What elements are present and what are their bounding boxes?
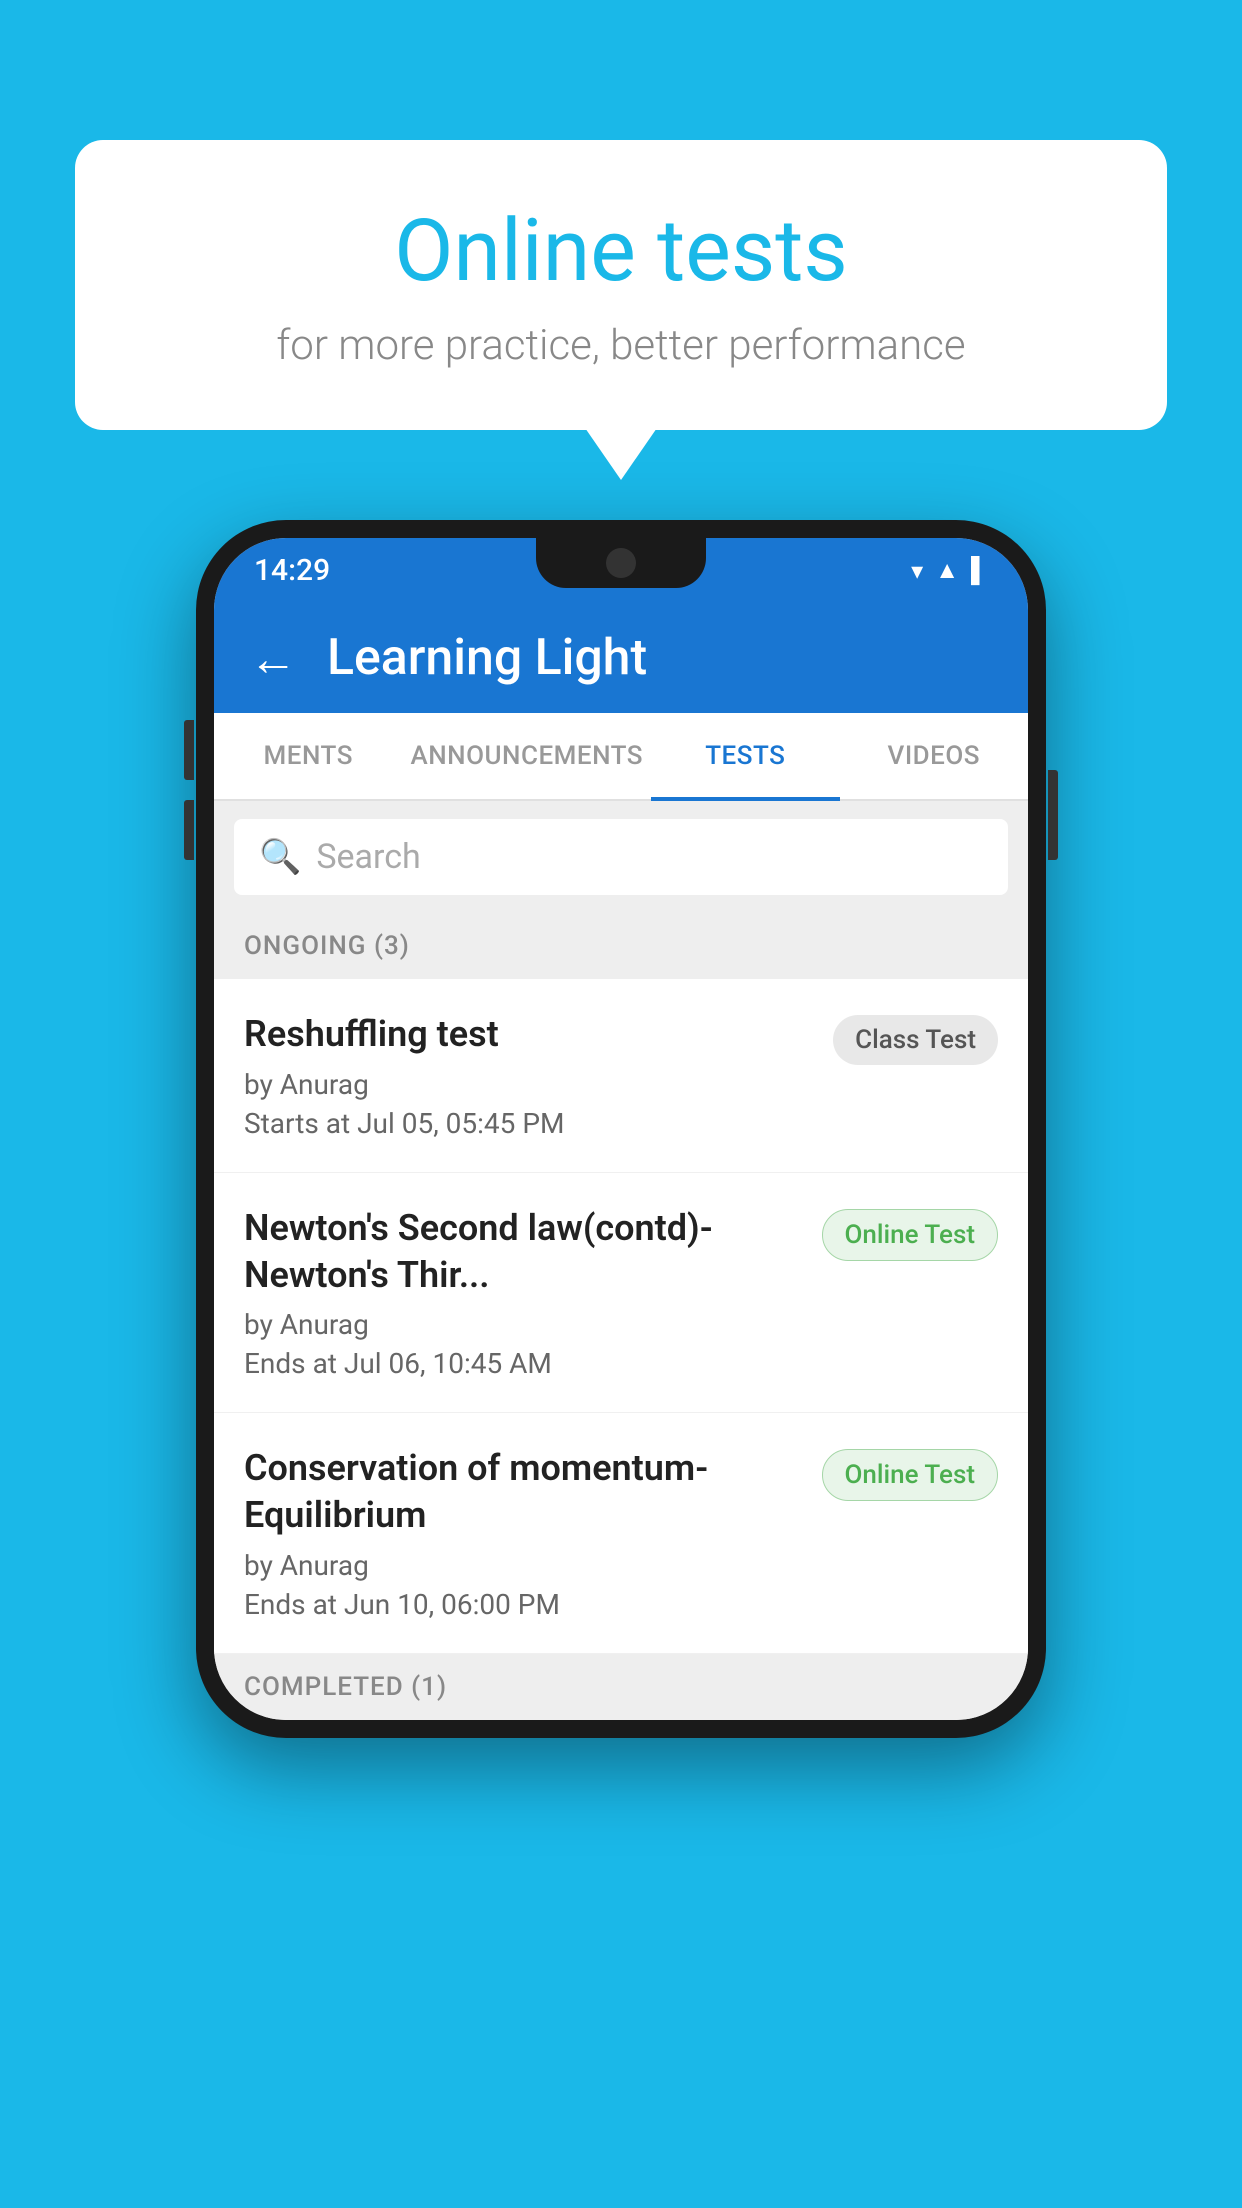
back-button[interactable]: ← [249, 630, 297, 687]
power-button [1048, 770, 1058, 860]
test-item-date: Ends at Jun 10, 06:00 PM [244, 1588, 802, 1621]
test-item-title: Conservation of momentum-Equilibrium [244, 1445, 802, 1539]
signal-icon: ▲ [935, 556, 959, 585]
status-time: 14:29 [254, 553, 330, 588]
test-item-author: by Anurag [244, 1308, 802, 1341]
phone-container: 14:29 ▾ ▲ ▌ ← Learning Light MENTS ANNOU… [196, 520, 1046, 1738]
volume-up-button [184, 720, 194, 780]
phone-screen: 14:29 ▾ ▲ ▌ ← Learning Light MENTS ANNOU… [214, 538, 1028, 1720]
search-icon: 🔍 [259, 837, 301, 877]
speech-bubble-subtitle: for more practice, better performance [135, 321, 1107, 370]
test-item-content: Reshuffling test by Anurag Starts at Jul… [244, 1011, 813, 1140]
speech-bubble: Online tests for more practice, better p… [75, 140, 1167, 430]
battery-icon: ▌ [971, 556, 988, 585]
section-completed-header: COMPLETED (1) [214, 1654, 1028, 1720]
search-input-placeholder[interactable]: Search [316, 837, 420, 877]
volume-down-button [184, 800, 194, 860]
tab-announcements[interactable]: ANNOUNCEMENTS [402, 713, 651, 799]
tab-ments[interactable]: MENTS [214, 713, 402, 799]
test-item[interactable]: Newton's Second law(contd)-Newton's Thir… [214, 1173, 1028, 1414]
tab-tests[interactable]: TESTS [651, 713, 839, 799]
test-item-date: Ends at Jul 06, 10:45 AM [244, 1347, 802, 1380]
test-item-author: by Anurag [244, 1068, 813, 1101]
test-item-content: Newton's Second law(contd)-Newton's Thir… [244, 1205, 802, 1381]
section-ongoing-header: ONGOING (3) [214, 913, 1028, 979]
phone-notch [536, 538, 706, 588]
test-item-title: Newton's Second law(contd)-Newton's Thir… [244, 1205, 802, 1299]
tabs-container: MENTS ANNOUNCEMENTS TESTS VIDEOS [214, 713, 1028, 801]
app-bar: ← Learning Light [214, 603, 1028, 713]
search-container: 🔍 Search [214, 801, 1028, 913]
tab-videos[interactable]: VIDEOS [840, 713, 1028, 799]
test-list: Reshuffling test by Anurag Starts at Jul… [214, 979, 1028, 1654]
test-item-date: Starts at Jul 05, 05:45 PM [244, 1107, 813, 1140]
test-item-content: Conservation of momentum-Equilibrium by … [244, 1445, 802, 1621]
test-item-title: Reshuffling test [244, 1011, 813, 1058]
phone-camera [606, 548, 636, 578]
test-badge-class: Class Test [833, 1015, 998, 1065]
test-item-author: by Anurag [244, 1549, 802, 1582]
wifi-icon: ▾ [911, 557, 923, 585]
search-box[interactable]: 🔍 Search [234, 819, 1008, 895]
test-item[interactable]: Reshuffling test by Anurag Starts at Jul… [214, 979, 1028, 1173]
app-title: Learning Light [327, 629, 647, 687]
phone-outer: 14:29 ▾ ▲ ▌ ← Learning Light MENTS ANNOU… [196, 520, 1046, 1738]
speech-bubble-title: Online tests [135, 200, 1107, 301]
status-icons: ▾ ▲ ▌ [911, 556, 988, 585]
test-badge-online: Online Test [822, 1449, 999, 1501]
speech-bubble-container: Online tests for more practice, better p… [75, 140, 1167, 430]
test-badge-online: Online Test [822, 1209, 999, 1261]
test-item[interactable]: Conservation of momentum-Equilibrium by … [214, 1413, 1028, 1654]
